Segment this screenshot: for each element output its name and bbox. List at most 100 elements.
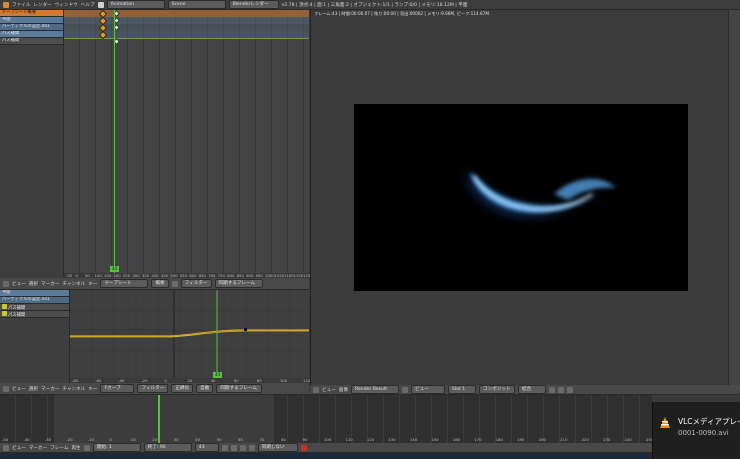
channel-particle-row[interactable]: パーティクルの設定.001: [0, 24, 63, 31]
end-value: 90: [159, 445, 166, 450]
menu-marker[interactable]: マーカー: [29, 445, 47, 451]
filter-button[interactable]: フィルター: [180, 279, 212, 288]
display-channels-icon[interactable]: [549, 386, 555, 393]
ruler-tick-label: 30: [173, 437, 179, 442]
view-selector[interactable]: ビュー: [411, 385, 445, 394]
current-frame-indicator[interactable]: 43: [110, 266, 119, 272]
timeline-current-frame-line[interactable]: [158, 395, 160, 443]
editor-type-icon[interactable]: [3, 385, 9, 392]
mode-selector[interactable]: ドープシート: [100, 279, 149, 288]
render-image-editor[interactable]: フレーム:43 | 時間:00:00.07 | 残り:00:00 | 見出:00…: [310, 10, 728, 385]
graph-mode-selector[interactable]: Fカーブ: [100, 384, 135, 393]
graph-channel-list: 平面 パーティクルの設定.001 パス補間 パス補間: [0, 290, 70, 383]
sync-selector[interactable]: 同期するフレーム: [214, 279, 263, 288]
graph-canvas[interactable]: [70, 290, 309, 378]
vlc-cone-icon: [660, 417, 670, 428]
menu-render[interactable]: レンダー: [33, 2, 51, 8]
menu-view[interactable]: ビュー: [12, 281, 26, 287]
zoom-icon[interactable]: [567, 386, 573, 393]
layer-selector[interactable]: コンポジット: [479, 385, 515, 394]
dopesheet-channel-list: ドープシート概要 平面 パーティクルの設定.001 パス補間 パス補間: [0, 10, 64, 277]
menu-view[interactable]: ビュー: [12, 386, 26, 392]
record-icon[interactable]: [83, 444, 90, 451]
screen-layout-icon[interactable]: [97, 1, 104, 8]
ruler-tick-label: 0: [109, 437, 112, 442]
ruler-tick-label: 130: [388, 437, 396, 442]
graph-filter-button[interactable]: フィルター: [137, 384, 169, 393]
graph-channel-object[interactable]: 平面: [0, 290, 69, 297]
dopesheet-keyframe-area[interactable]: 43: [64, 9, 309, 273]
menu-marker[interactable]: マーカー: [41, 386, 59, 392]
menu-help[interactable]: ヘルプ: [81, 2, 95, 8]
menu-select[interactable]: 選択: [29, 386, 38, 392]
channel-object-row[interactable]: 平面: [0, 17, 63, 24]
channel-path-row[interactable]: パス補間: [0, 31, 63, 38]
alpha-icon[interactable]: [558, 386, 564, 393]
menu-select[interactable]: 選択: [29, 281, 38, 287]
blender-logo-icon: [3, 1, 9, 8]
menu-marker[interactable]: マーカー: [41, 281, 59, 287]
ruler-tick-label: 210: [560, 437, 568, 442]
normalize-toggle[interactable]: 正規化: [171, 384, 194, 393]
menu-channel[interactable]: チャンネル: [62, 281, 85, 287]
editor-type-icon[interactable]: [3, 444, 9, 451]
image-selector[interactable]: Render Result: [351, 385, 399, 394]
pin-icon[interactable]: [402, 386, 408, 393]
graph-header: ビュー 選択 マーカー チャンネル キー Fカーブ フィルター 正規化 自動 同…: [0, 383, 309, 395]
play-icon[interactable]: [239, 444, 246, 451]
menu-file[interactable]: ファイル: [12, 2, 30, 8]
editor-type-icon[interactable]: [3, 280, 9, 287]
end-label: 終了:: [147, 445, 159, 450]
menu-playback[interactable]: 再生: [71, 445, 80, 451]
menu-key[interactable]: キー: [88, 281, 97, 287]
vlc-notification-toast[interactable]: VLCメディアプレイヤー 0001-0090.avi: [652, 402, 740, 459]
ruler-tick-label: 60: [238, 437, 243, 442]
channel-path-row-2[interactable]: パス補間: [0, 38, 63, 45]
current-frame-line[interactable]: [114, 10, 115, 273]
menu-view[interactable]: ビュー: [12, 445, 26, 451]
auto-toggle[interactable]: 自動: [196, 384, 214, 393]
fcurve-color-icon[interactable]: [2, 304, 7, 309]
graph-channel-path-2[interactable]: パス補間: [0, 311, 69, 318]
ruler-tick-label: 160: [452, 437, 461, 442]
render-engine-selector[interactable]: Blenderレンダー: [228, 0, 279, 9]
menu-view[interactable]: ビュー: [322, 387, 336, 393]
summary-toggle[interactable]: 概要: [151, 279, 169, 288]
play-reverse-icon[interactable]: [230, 444, 237, 451]
current-frame-field[interactable]: 43: [194, 443, 219, 452]
menu-window[interactable]: ウィンドウ: [55, 2, 78, 8]
start-frame-field[interactable]: 開始: 1: [92, 443, 141, 452]
ruler-tick-label: 100: [324, 437, 332, 442]
graph-channel-path[interactable]: パス補間: [0, 304, 69, 311]
menu-key[interactable]: キー: [88, 386, 97, 392]
path-band-2: [64, 38, 309, 39]
scene-selector[interactable]: Scene: [167, 0, 226, 9]
graph-curve-area[interactable]: 43: [70, 290, 309, 378]
top-info-bar: ファイル レンダー ウィンドウ ヘルプ Animation Scene Blen…: [0, 0, 740, 10]
menu-frame[interactable]: フレーム: [50, 445, 68, 451]
dopesheet-summary-row[interactable]: ドープシート概要: [0, 10, 63, 17]
ruler-tick-label: 110: [345, 437, 353, 442]
pass-selector[interactable]: 結合: [518, 385, 546, 394]
editor-type-icon[interactable]: [313, 386, 319, 393]
graph-sync-selector[interactable]: 同期するフレーム: [216, 384, 263, 393]
menu-channel[interactable]: チャンネル: [62, 386, 85, 392]
timeline-active-range: [54, 395, 274, 443]
ruler-tick-label: 40: [195, 437, 201, 442]
sync-mode-selector[interactable]: 同期しない: [257, 443, 298, 452]
timeline-area[interactable]: [0, 395, 652, 443]
screen-selector[interactable]: Animation: [106, 0, 165, 9]
jump-start-icon[interactable]: [221, 444, 228, 451]
keying-icon[interactable]: [300, 444, 307, 451]
end-frame-field[interactable]: 終了: 90: [143, 443, 192, 452]
graph-channel-particle[interactable]: パーティクルの設定.001: [0, 297, 69, 304]
graph-channel-label: パス補間: [8, 313, 26, 318]
fcurve-keyframe: [244, 328, 247, 331]
ruler-tick-label: -40: [23, 437, 30, 442]
menu-image[interactable]: 画像: [339, 387, 348, 393]
jump-end-icon[interactable]: [248, 444, 255, 451]
fcurve-color-icon[interactable]: [2, 311, 7, 316]
ruler-tick-label: -30: [44, 437, 52, 442]
slot-selector[interactable]: Slot 1: [448, 385, 476, 394]
filter-icon[interactable]: [171, 280, 178, 287]
